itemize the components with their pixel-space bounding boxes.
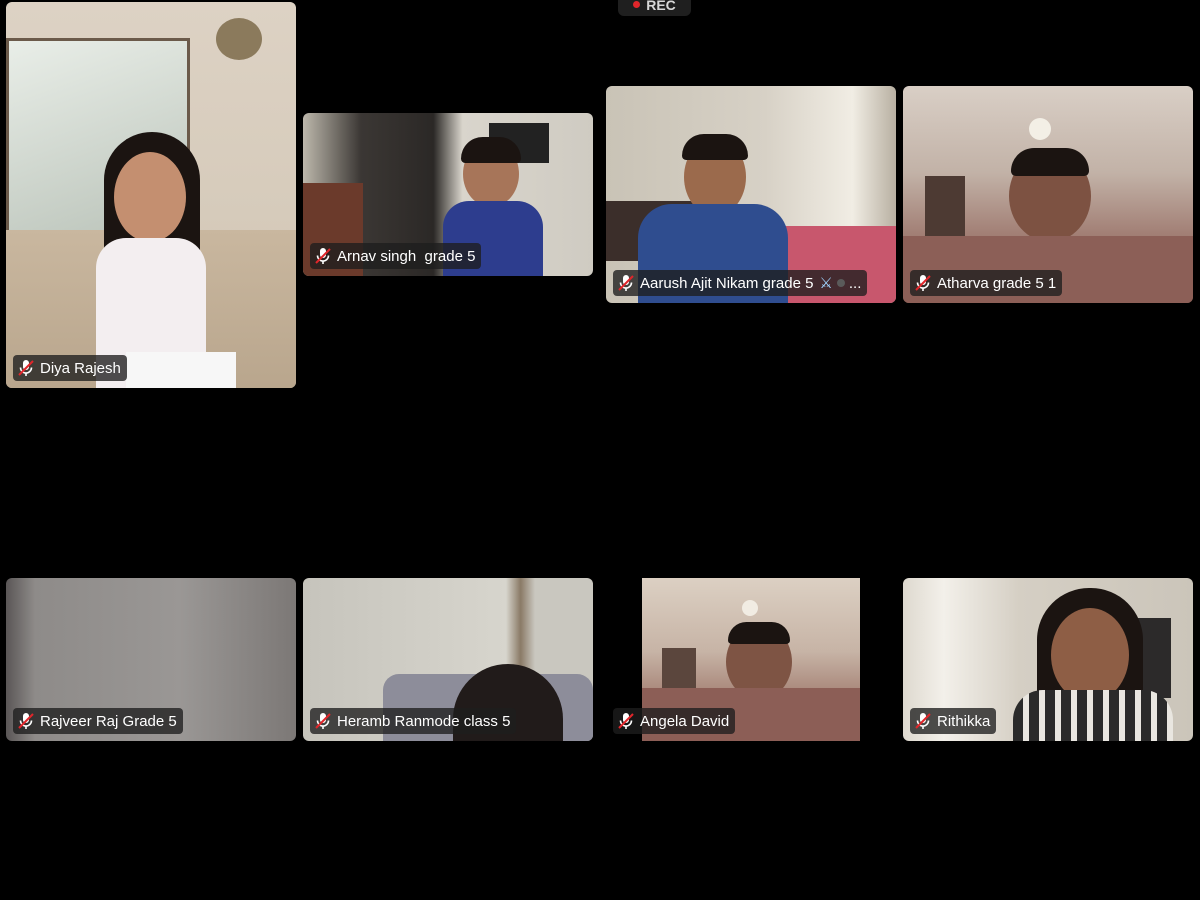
mic-muted-icon	[915, 275, 931, 291]
video-tile-rajveer-raj[interactable]: Rajveer Raj Grade 5	[6, 578, 296, 741]
participant-name: Heramb Ranmode class 5	[337, 712, 511, 730]
video-feed	[6, 2, 296, 388]
mic-muted-icon	[18, 713, 34, 729]
participant-name-tag: Diya Rajesh	[13, 355, 127, 381]
participant-name: Arnav singh grade 5	[337, 247, 476, 265]
video-tile-rithikka[interactable]: Rithikka	[903, 578, 1193, 741]
video-tile-arnav-singh[interactable]: Arnav singh grade 5	[303, 113, 593, 276]
participant-name: Rithikka	[937, 712, 991, 730]
recording-dot-icon	[633, 1, 641, 8]
video-tile-atharva[interactable]: Atharva grade 5 1	[903, 86, 1193, 303]
participant-name: Rajveer Raj Grade 5	[40, 712, 177, 730]
participant-name: Diya Rajesh	[40, 359, 121, 377]
mic-muted-icon	[618, 713, 634, 729]
recording-indicator: REC	[618, 0, 691, 16]
participant-name: Atharva grade 5 1	[937, 274, 1057, 292]
participant-name-tag: Angela David	[613, 708, 736, 734]
participant-name-tag: Rithikka	[910, 708, 997, 734]
recording-label: REC	[646, 0, 676, 13]
video-tile-angela-david[interactable]: Angela David	[606, 578, 896, 741]
participant-name-tag: Aarush Ajit Nikam grade 5 ⚔ ...	[613, 270, 868, 296]
more-indicator[interactable]: ...	[849, 275, 862, 292]
participant-name-tag: Heramb Ranmode class 5	[310, 708, 517, 734]
video-tile-heramb-ranmode[interactable]: Heramb Ranmode class 5	[303, 578, 593, 741]
mic-muted-icon	[18, 360, 34, 376]
mic-muted-icon	[315, 713, 331, 729]
participant-status-icons: ⚔ ...	[819, 274, 862, 293]
crossed-swords-icon: ⚔	[819, 275, 833, 292]
video-tile-aarush-ajit-nikam[interactable]: Aarush Ajit Nikam grade 5 ⚔ ...	[606, 86, 896, 303]
participant-name: Angela David	[640, 712, 730, 730]
mic-muted-icon	[315, 248, 331, 264]
participant-name: Aarush Ajit Nikam grade 5	[640, 274, 814, 292]
participant-name-tag: Atharva grade 5 1	[910, 270, 1063, 296]
video-tile-diya-rajesh[interactable]: Diya Rajesh	[6, 2, 296, 388]
participant-name-tag: Rajveer Raj Grade 5	[13, 708, 183, 734]
status-dot-icon	[836, 279, 845, 287]
participant-name-tag: Arnav singh grade 5	[310, 243, 482, 269]
mic-muted-icon	[915, 713, 931, 729]
mic-muted-icon	[618, 275, 634, 291]
